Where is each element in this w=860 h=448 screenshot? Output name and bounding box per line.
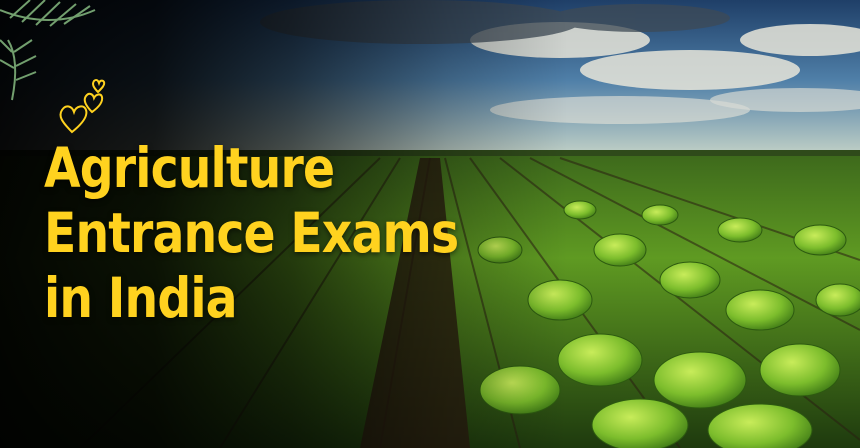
hero-banner: Agriculture Entrance Exams in India [0,0,860,448]
hearts-icon [59,78,106,134]
headline-line-1: Agriculture [44,136,335,200]
banner-headline: Agriculture Entrance Exams in India [44,136,604,331]
headline-line-3: in India [44,266,238,330]
headline-line-2: Entrance Exams [44,201,459,265]
